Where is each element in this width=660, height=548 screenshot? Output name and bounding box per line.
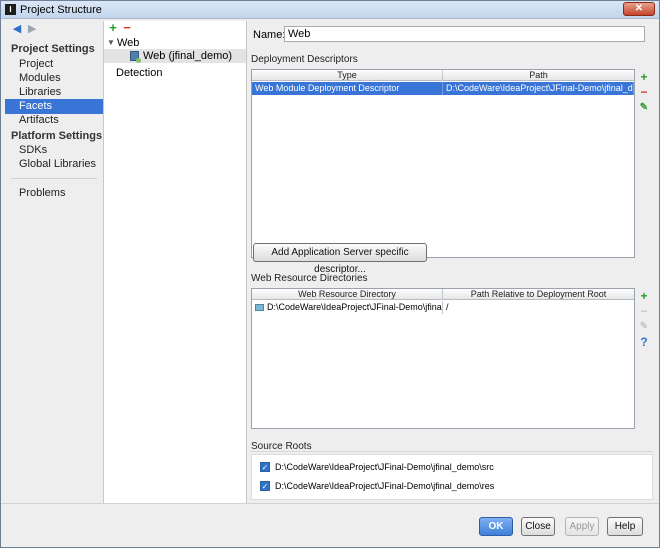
tree-item-label: Detection bbox=[116, 67, 163, 79]
relative-path-cell: / bbox=[446, 302, 449, 312]
tree-item-label: Web (jfinal_demo) bbox=[143, 50, 233, 62]
nav-item-facets[interactable]: Facets bbox=[5, 99, 103, 114]
forward-arrow-icon[interactable]: ▶ bbox=[26, 23, 38, 35]
section-divider bbox=[251, 451, 653, 452]
resource-directory-path: D:\CodeWare\IdeaProject\JFinal-Demo\jfin… bbox=[267, 302, 443, 312]
nav-item-problems[interactable]: Problems bbox=[5, 186, 103, 201]
project-structure-dialog: I Project Structure ✕ ◀ ▶ Project Settin… bbox=[0, 0, 660, 548]
facet-tree: + − ▼ Web Web (jfinal_demo) Detection bbox=[103, 21, 247, 503]
close-window-button[interactable]: ✕ bbox=[623, 2, 655, 16]
tree-item-label: Web bbox=[117, 37, 140, 49]
add-descriptor-icon[interactable]: + bbox=[637, 71, 651, 84]
window-title: Project Structure bbox=[20, 4, 102, 16]
expand-toggle-icon[interactable]: ▼ bbox=[107, 36, 115, 50]
back-arrow-icon[interactable]: ◀ bbox=[11, 23, 23, 35]
nav-arrows: ◀ ▶ bbox=[11, 23, 38, 37]
deployment-descriptors-table: Type Path Web Module Deployment Descript… bbox=[251, 69, 635, 258]
remove-descriptor-icon[interactable]: − bbox=[637, 86, 651, 99]
help-icon[interactable]: ? bbox=[637, 336, 651, 349]
nav-group-project-settings: Project Settings bbox=[11, 43, 95, 55]
tree-item-web-jfinal-demo[interactable]: Web (jfinal_demo) bbox=[104, 49, 246, 63]
remove-resource-icon[interactable]: − bbox=[637, 305, 651, 318]
source-root-checkbox[interactable]: ✓ bbox=[260, 462, 270, 472]
nav-item-project[interactable]: Project bbox=[5, 57, 103, 72]
tree-item-detection[interactable]: Detection bbox=[104, 66, 246, 80]
ok-button[interactable]: OK bbox=[479, 517, 513, 536]
column-header-path[interactable]: Path bbox=[443, 70, 634, 81]
name-label: Name: bbox=[253, 29, 286, 41]
nav-item-libraries[interactable]: Libraries bbox=[5, 85, 103, 100]
web-resource-directories-table: Web Resource Directory Path Relative to … bbox=[251, 288, 635, 429]
title-bar: I Project Structure ✕ bbox=[1, 1, 659, 19]
dialog-footer: OK Close Apply Help bbox=[1, 503, 659, 547]
close-button[interactable]: Close bbox=[521, 517, 555, 536]
add-facet-icon[interactable]: + bbox=[107, 21, 119, 34]
facet-details: Name: Deployment Descriptors Type Path W… bbox=[247, 21, 657, 503]
source-root-path: D:\CodeWare\IdeaProject\JFinal-Demo\jfin… bbox=[275, 462, 494, 472]
descriptor-path-cell: D:\CodeWare\IdeaProject\JFinal-Demo\jfin… bbox=[443, 82, 634, 95]
app-icon: I bbox=[5, 4, 16, 15]
help-button[interactable]: Help bbox=[607, 517, 643, 536]
source-roots-list: ✓ D:\CodeWare\IdeaProject\JFinal-Demo\jf… bbox=[251, 454, 653, 500]
web-resource-directories-title: Web Resource Directories bbox=[251, 273, 368, 284]
nav-group-platform-settings: Platform Settings bbox=[11, 130, 103, 142]
column-header-relative-path[interactable]: Path Relative to Deployment Root bbox=[443, 289, 634, 300]
edit-resource-icon[interactable]: ✎ bbox=[637, 320, 651, 333]
source-root-checkbox[interactable]: ✓ bbox=[260, 481, 270, 491]
add-server-descriptor-button[interactable]: Add Application Server specific descript… bbox=[253, 243, 427, 275]
edit-descriptor-icon[interactable]: ✎ bbox=[637, 101, 651, 114]
table-row[interactable]: D:\CodeWare\IdeaProject\JFinal-Demo\jfin… bbox=[252, 301, 634, 314]
settings-nav: ◀ ▶ Project Settings Project Modules Lib… bbox=[5, 21, 103, 503]
tree-toolbar: + − bbox=[104, 21, 246, 35]
resource-directory-cell: D:\CodeWare\IdeaProject\JFinal-Demo\jfin… bbox=[252, 301, 443, 314]
nav-item-artifacts[interactable]: Artifacts bbox=[5, 113, 103, 128]
nav-separator bbox=[11, 178, 97, 179]
add-resource-icon[interactable]: + bbox=[637, 290, 651, 303]
remove-facet-icon[interactable]: − bbox=[121, 21, 133, 34]
name-field[interactable] bbox=[284, 26, 645, 42]
column-header-type[interactable]: Type bbox=[252, 70, 443, 81]
folder-icon bbox=[255, 304, 264, 312]
tree-item-web[interactable]: ▼ Web bbox=[104, 36, 246, 50]
nav-item-sdks[interactable]: SDKs bbox=[5, 143, 103, 158]
column-header-web-resource-directory[interactable]: Web Resource Directory bbox=[252, 289, 443, 300]
table-header: Web Resource Directory Path Relative to … bbox=[252, 289, 634, 300]
nav-item-modules[interactable]: Modules bbox=[5, 71, 103, 86]
web-facet-icon bbox=[130, 51, 141, 63]
table-row[interactable]: Web Module Deployment Descriptor D:\Code… bbox=[252, 82, 634, 95]
deployment-descriptors-title: Deployment Descriptors bbox=[251, 54, 358, 65]
nav-item-global-libraries[interactable]: Global Libraries bbox=[5, 157, 103, 172]
table-header: Type Path bbox=[252, 70, 634, 81]
apply-button[interactable]: Apply bbox=[565, 517, 599, 536]
source-root-path: D:\CodeWare\IdeaProject\JFinal-Demo\jfin… bbox=[275, 481, 495, 491]
descriptor-type-cell: Web Module Deployment Descriptor bbox=[252, 82, 443, 95]
